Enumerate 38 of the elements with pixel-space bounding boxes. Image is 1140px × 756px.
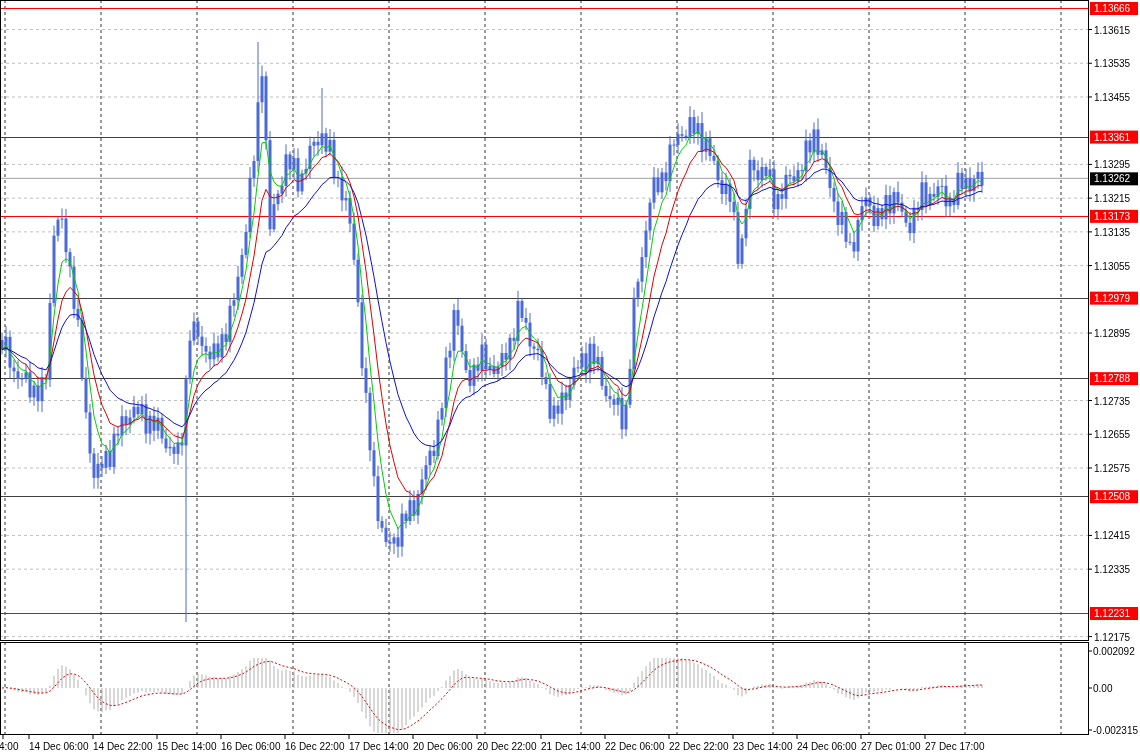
price-tick-label: 1.13615 — [1094, 24, 1131, 36]
price-tick-label: 1.13215 — [1094, 193, 1131, 205]
time-tick-label: 20 Dec 22:00 — [477, 741, 537, 752]
time-tick-label: 14 Dec 06:00 — [29, 741, 89, 752]
time-tick-label: 17 Dec 14:00 — [349, 741, 409, 752]
time-tick-label: 22 Dec 06:00 — [605, 741, 665, 752]
level-price-label: 1.12508 — [1090, 490, 1138, 504]
time-tick-label: 4:00 — [0, 741, 19, 752]
price-tick-label: 1.12415 — [1094, 530, 1131, 542]
time-tick-label: 16 Dec 06:00 — [221, 741, 281, 752]
indicator-tick-label: -0.002315 — [1093, 725, 1139, 736]
time-tick-label: 27 Dec 17:00 — [925, 741, 985, 752]
level-price-label: 1.13666 — [1090, 2, 1138, 15]
time-tick-label: 21 Dec 14:00 — [541, 741, 601, 752]
time-tick-label: 22 Dec 22:00 — [669, 741, 729, 752]
price-tick-label: 1.12735 — [1094, 395, 1131, 407]
price-tick-label: 1.12335 — [1094, 564, 1131, 576]
time-tick-label: 24 Dec 06:00 — [797, 741, 857, 752]
price-tick-label: 1.12575 — [1094, 462, 1131, 474]
indicator-tick-label: 0.00 — [1093, 683, 1113, 694]
level-price-label: 1.12231 — [1090, 607, 1138, 620]
price-tick-label: 1.13455 — [1094, 91, 1131, 103]
price-tick-label: 1.12895 — [1094, 328, 1131, 340]
price-tick-label: 1.12175 — [1094, 631, 1131, 643]
price-tick-label: 1.13135 — [1094, 226, 1131, 238]
price-tick-label: 1.13055 — [1094, 260, 1131, 272]
time-tick-label: 16 Dec 22:00 — [285, 741, 345, 752]
price-tick-label: 1.13295 — [1094, 159, 1131, 171]
time-tick-label: 20 Dec 06:00 — [413, 741, 473, 752]
time-tick-label: 14 Dec 22:00 — [93, 741, 153, 752]
price-tick-label: 1.12655 — [1094, 429, 1131, 441]
time-tick-label: 23 Dec 14:00 — [733, 741, 793, 752]
current-price-label: 1.13262 — [1090, 172, 1138, 186]
time-tick-label: 27 Dec 01:00 — [861, 741, 921, 752]
price-tick-label: 1.13535 — [1094, 58, 1131, 70]
time-tick-label: 15 Dec 14:00 — [157, 741, 217, 752]
indicator-tick-label: 0.002092 — [1093, 646, 1135, 657]
level-price-label: 1.12788 — [1090, 372, 1138, 386]
